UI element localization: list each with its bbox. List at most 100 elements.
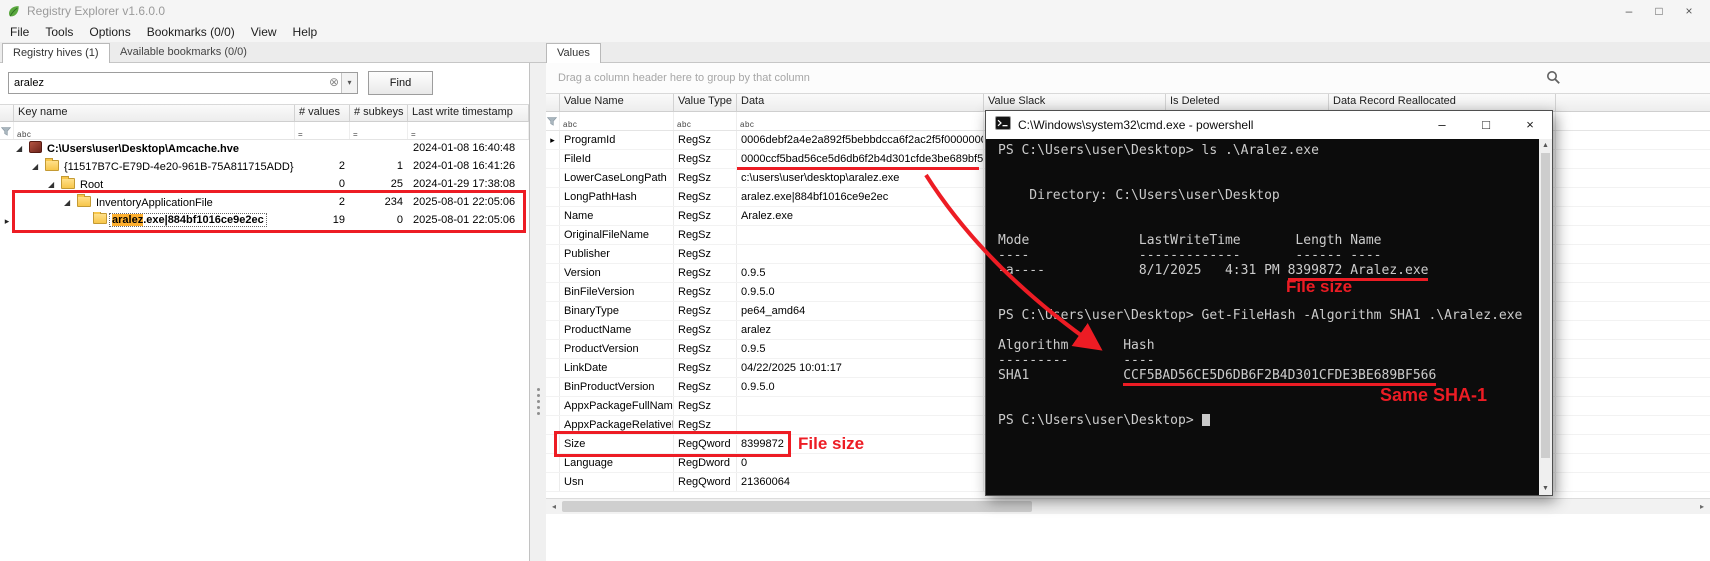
values-column-header[interactable]: Is Deleted (1166, 94, 1329, 111)
tree-row[interactable]: ◢InventoryApplicationFile22342025-08-01 … (0, 194, 529, 212)
values-filter-cell[interactable]: abc (560, 112, 674, 130)
hive-grid-filter: abc=== (0, 122, 529, 140)
panel-splitter[interactable] (530, 63, 546, 561)
key-name-cell[interactable]: ◢{11517B7C-E79D-4e20-961B-75A811715ADD} (14, 158, 295, 176)
tab-registry-hives[interactable]: Registry hives (1) (2, 43, 110, 63)
values-column-header[interactable]: Data (737, 94, 984, 111)
value-type-cell: RegSz (674, 226, 737, 244)
close-icon[interactable]: × (1674, 0, 1704, 22)
tab-available-bookmarks[interactable]: Available bookmarks (0/0) (110, 43, 257, 63)
menu-item-options[interactable]: Options (81, 23, 138, 41)
subkeys-count-cell (350, 140, 408, 158)
row-focus-indicator (546, 454, 560, 472)
search-icon[interactable] (1546, 70, 1561, 90)
value-name-cell: BinFileVersion (560, 283, 674, 301)
filter-op-icon: abc (740, 120, 754, 129)
tree-row[interactable]: ◢C:\Users\user\Desktop\Amcache.hve2024-0… (0, 140, 529, 158)
filter-funnel-icon[interactable] (546, 112, 560, 130)
value-type-cell: RegQword (674, 435, 737, 453)
scroll-down-icon[interactable]: ▼ (1539, 482, 1552, 495)
filter-funnel-icon[interactable] (0, 122, 14, 139)
hive-grid-header: Key name# values# subkeysLast write time… (0, 104, 529, 122)
row-focus-indicator (0, 140, 14, 158)
filter-op-icon: abc (17, 130, 31, 139)
terminal-minimize-icon[interactable]: – (1420, 111, 1464, 139)
hive-column-header[interactable]: # values (295, 105, 350, 121)
hive-column-header[interactable]: # subkeys (350, 105, 408, 121)
expander-icon[interactable]: ◢ (48, 176, 61, 193)
values-count-cell: 2 (295, 158, 350, 176)
value-data-cell: 0 (737, 454, 984, 472)
hive-column-header[interactable]: Key name (14, 105, 295, 121)
value-data-cell: 0006debf2a4e2a892f5bebbdcca6f2ac2f5f0000… (737, 131, 984, 149)
values-filter-cell[interactable]: abc (674, 112, 737, 130)
expander-icon[interactable]: ◢ (64, 194, 77, 211)
value-name-cell: BinaryType (560, 302, 674, 320)
values-column-header[interactable]: Value Type (674, 94, 737, 111)
menu-item-file[interactable]: File (2, 23, 37, 41)
expander-icon[interactable]: ◢ (16, 140, 29, 157)
group-by-bar[interactable]: Drag a column header here to group by th… (546, 63, 1710, 93)
value-name-cell: LowerCaseLongPath (560, 169, 674, 187)
terminal-scroll-thumb[interactable] (1541, 153, 1550, 458)
registry-explorer-window: Registry Explorer v1.6.0.0 – □ × FileToo… (0, 0, 1710, 561)
scroll-right-icon[interactable]: ▸ (1694, 499, 1710, 514)
terminal-line (998, 218, 1539, 233)
value-data-cell: 0.9.5 (737, 264, 984, 282)
key-name-cell[interactable]: ◢C:\Users\user\Desktop\Amcache.hve (14, 140, 295, 158)
values-column-header[interactable]: Data Record Reallocated (1329, 94, 1556, 111)
menu-item-bookmarks[interactable]: Bookmarks (0/0) (139, 23, 243, 41)
value-name-cell: LinkDate (560, 359, 674, 377)
key-name-cell[interactable]: ◢Root (14, 176, 295, 194)
terminal-titlebar[interactable]: C:\Windows\system32\cmd.exe - powershell… (986, 111, 1552, 139)
row-focus-indicator (546, 321, 560, 339)
tree-row[interactable]: ◢{11517B7C-E79D-4e20-961B-75A811715ADD}2… (0, 158, 529, 176)
value-data-cell: aralez (737, 321, 984, 339)
terminal-line (998, 323, 1539, 338)
maximize-icon[interactable]: □ (1644, 0, 1674, 22)
value-name-cell: Version (560, 264, 674, 282)
value-data-cell (737, 245, 984, 263)
value-type-cell: RegSz (674, 359, 737, 377)
scroll-up-icon[interactable]: ▲ (1539, 139, 1552, 152)
terminal-close-icon[interactable]: × (1508, 111, 1552, 139)
terminal-line: PS C:\Users\user\Desktop> Get-FileHash -… (998, 308, 1539, 323)
search-input[interactable] (9, 73, 325, 93)
hive-filter-cell[interactable]: = (295, 122, 350, 139)
menu-item-help[interactable]: Help (285, 23, 326, 41)
terminal-cursor (1202, 414, 1210, 426)
search-dropdown-icon[interactable]: ▾ (341, 73, 357, 93)
filter-op-icon: = (353, 130, 358, 139)
terminal-text: PS C:\Users\user\Desktop> (998, 413, 1202, 428)
tree-row[interactable]: ◢Root0252024-01-29 17:38:08 (0, 176, 529, 194)
expander-icon[interactable]: ◢ (32, 158, 45, 175)
tab-values[interactable]: Values (546, 43, 601, 63)
value-data-cell: 0000ccf5bad56ce5d6db6f2b4d301cfde3be689b… (737, 150, 984, 168)
clear-search-icon[interactable]: ⊗ (329, 75, 339, 89)
key-name-rest: .exe|884bf1016ce9e2ec (143, 214, 264, 226)
values-filter-cell[interactable]: abc (737, 112, 984, 130)
menu-item-tools[interactable]: Tools (37, 23, 81, 41)
find-button[interactable]: Find (368, 71, 433, 95)
values-column-header[interactable]: Value Slack (984, 94, 1166, 111)
hive-column-header[interactable]: Last write timestamp (408, 105, 529, 121)
hive-filter-cell[interactable]: abc (14, 122, 295, 139)
hive-filter-cell[interactable]: = (350, 122, 408, 139)
terminal-scrollbar[interactable]: ▲ ▼ (1539, 139, 1552, 495)
last-write-timestamp-cell: 2025-08-01 22:05:06 (408, 212, 529, 230)
menu-item-view[interactable]: View (243, 23, 285, 41)
minimize-icon[interactable]: – (1614, 0, 1644, 22)
terminal-output[interactable]: PS C:\Users\user\Desktop> ls .\Aralez.ex… (986, 139, 1539, 495)
row-focus-indicator (546, 245, 560, 263)
values-hscrollbar[interactable]: ◂ ▸ (546, 498, 1710, 514)
hscroll-thumb[interactable] (562, 501, 1032, 512)
values-column-header[interactable]: Value Name (560, 94, 674, 111)
terminal-maximize-icon[interactable]: □ (1464, 111, 1508, 139)
key-name-cell[interactable]: aralez.exe|884bf1016ce9e2ec (14, 212, 295, 230)
hive-filter-cell[interactable]: = (408, 122, 529, 139)
scroll-left-icon[interactable]: ◂ (546, 499, 562, 514)
key-name-cell[interactable]: ◢InventoryApplicationFile (14, 194, 295, 212)
row-focus-indicator (546, 416, 560, 434)
hive-icon (29, 141, 42, 153)
tree-row[interactable]: ▸aralez.exe|884bf1016ce9e2ec1902025-08-0… (0, 212, 529, 230)
